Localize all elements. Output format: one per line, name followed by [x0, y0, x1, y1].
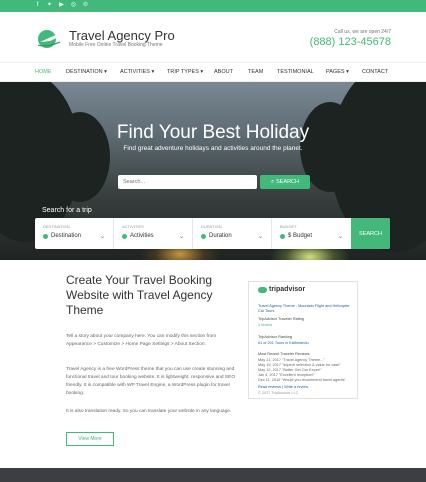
- location-icon: [43, 233, 48, 239]
- nav-item-contact[interactable]: CONTACT: [362, 69, 388, 75]
- top-bar: f ✦ ▶ ◎ ℗: [0, 0, 426, 12]
- review-item[interactable]: May 21, 2017 "Travel Agency Theme...": [258, 358, 325, 363]
- review-item[interactable]: Jan 4, 2017 "Excellent reception!": [258, 373, 315, 378]
- nav-item-destination[interactable]: DESTINATION ▾: [66, 69, 107, 75]
- field-caption: DESTINATION: [43, 224, 70, 229]
- ranking-value[interactable]: #1 of 201 Tours in Kathmandu: [258, 341, 309, 346]
- nav-item-about[interactable]: ABOUT: [214, 69, 233, 75]
- view-more-button[interactable]: View More: [66, 432, 114, 446]
- site-description: Mobile Free Online Travel Booking Theme: [69, 42, 163, 48]
- site-title[interactable]: Travel Agency Pro: [69, 28, 175, 43]
- phone-number[interactable]: (888) 123-45678: [310, 36, 391, 48]
- ranking-label: TripAdvisor Ranking: [258, 335, 293, 339]
- activities-select[interactable]: ACTIVITIES Activities ⌄: [114, 218, 193, 249]
- chevron-down-icon: ⌄: [337, 234, 343, 240]
- trip-search-button[interactable]: SEARCH: [351, 218, 390, 249]
- field-value: Destination: [51, 233, 82, 239]
- reviews-count[interactable]: 1 review: [258, 323, 272, 328]
- nav-item-testimonial[interactable]: TESTIMONIAL: [277, 69, 314, 75]
- tripadvisor-owl-icon: [258, 286, 267, 293]
- social-links: f ✦ ▶ ◎ ℗: [34, 2, 89, 10]
- duration-select[interactable]: DURATION Duration ⌄: [193, 218, 272, 249]
- trip-search-form: DESTINATION Destination ⌄ ACTIVITIES Act…: [35, 218, 390, 249]
- intro-paragraph: Tell a story about your company here. Yo…: [66, 334, 217, 347]
- site-header: Travel Agency Pro Mobile Free Online Tra…: [0, 12, 426, 62]
- review-item[interactable]: Dec 11, 2016 "Would you recommend travel…: [258, 378, 346, 383]
- nav-item-home[interactable]: HOME: [35, 69, 52, 75]
- destination-select[interactable]: DESTINATION Destination ⌄: [35, 218, 114, 249]
- tripadvisor-link-title[interactable]: Travel Agency Theme - Mountain Flight an…: [258, 304, 350, 313]
- rating-label: TripAdvisor Traveler Rating: [258, 317, 304, 321]
- intro-paragraph: Travel Agency is a free WordPress theme …: [66, 367, 236, 396]
- nav-item-activities[interactable]: ACTIVITIES ▾: [120, 69, 154, 75]
- field-caption: BUDGET: [280, 224, 297, 229]
- youtube-icon[interactable]: ▶: [58, 2, 65, 9]
- trip-search-label: Search for a trip: [42, 207, 92, 214]
- recent-reviews-label: Most Recent Traveler Reviews: [258, 352, 310, 356]
- site-logo[interactable]: [36, 29, 64, 49]
- hero-subtitle: Find great adventure holidays and activi…: [123, 145, 303, 152]
- intro-paragraph: It is also translation ready. So you can…: [66, 409, 232, 414]
- review-item[interactable]: May 12, 2017 "Better Get Our Exper!": [258, 368, 321, 373]
- field-value: Duration: [209, 233, 232, 239]
- budget-select[interactable]: BUDGET $ Budget ⌄: [272, 218, 351, 249]
- tripadvisor-copyright: © 2017 TripAdvisor LLC: [258, 391, 299, 395]
- chevron-down-icon: ⌄: [178, 234, 184, 240]
- nav-item-team[interactable]: TEAM: [248, 69, 263, 75]
- clock-icon: [201, 233, 206, 239]
- hero-search-button-label: SEARCH: [276, 179, 299, 185]
- pinterest-icon[interactable]: ℗: [82, 2, 89, 9]
- twitter-icon[interactable]: ✦: [46, 2, 53, 9]
- chevron-down-icon: ⌄: [99, 234, 105, 240]
- call-label: Call us, we are open 24/7: [334, 29, 391, 35]
- activity-icon: [122, 233, 127, 239]
- review-item[interactable]: May 19, 2017 "superb selection & value f…: [258, 363, 341, 368]
- field-caption: ACTIVITIES: [122, 224, 144, 229]
- hero-search-input[interactable]: [118, 175, 257, 189]
- footer-bar: [0, 468, 426, 482]
- instagram-icon[interactable]: ◎: [70, 2, 77, 9]
- tripadvisor-widget: tripadvisor Travel Agency Theme - Mounta…: [248, 281, 358, 399]
- nav-item-pages[interactable]: PAGES ▾: [326, 69, 349, 75]
- field-value: $ Budget: [288, 233, 313, 239]
- nav-item-trip-types[interactable]: TRIP TYPES ▾: [167, 69, 203, 75]
- main-navigation: HOME DESTINATION ▾ ACTIVITIES ▾ TRIP TYP…: [0, 62, 426, 82]
- search-icon: ⌕: [270, 178, 275, 185]
- budget-icon: [280, 233, 285, 239]
- facebook-icon[interactable]: f: [34, 2, 41, 9]
- hero-search-button[interactable]: ⌕ SEARCH: [260, 175, 310, 189]
- tripadvisor-logo[interactable]: tripadvisor: [269, 286, 305, 293]
- field-caption: DURATION: [201, 224, 222, 229]
- field-value: Activities: [130, 233, 154, 239]
- review-links[interactable]: Read reviews | Write a review: [258, 385, 308, 390]
- intro-title: Create Your Travel Booking Website with …: [66, 273, 213, 317]
- hero-title: Find Your Best Holiday: [116, 122, 310, 143]
- chevron-down-icon: ⌄: [257, 234, 263, 240]
